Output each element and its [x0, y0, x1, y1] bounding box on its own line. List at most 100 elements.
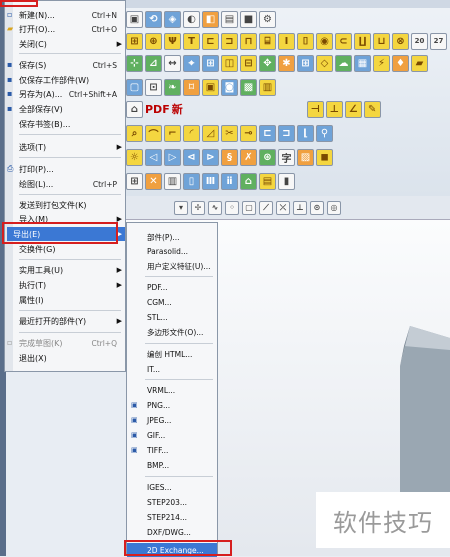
dim-horizontal-icon[interactable]: ⊣ [306, 100, 324, 118]
menu-item-exit[interactable]: 退出(X) [13, 351, 125, 365]
section-icon[interactable]: ◧ [202, 10, 219, 28]
bar-chart-icon[interactable]: ▮ [278, 172, 295, 190]
step-back-icon[interactable]: ⊲ [183, 148, 200, 166]
trim-icon[interactable]: ✂ [221, 124, 238, 142]
color-box-icon[interactable]: ■ [240, 10, 257, 28]
explode-icon[interactable]: ✱ [278, 54, 295, 72]
export-item-tiff[interactable]: ▣ TIFF... [127, 443, 217, 457]
building-icon[interactable]: ▤ [259, 172, 276, 190]
menu-item-save-bookmark[interactable]: 保存书签(B)... [13, 117, 125, 131]
menu-item-plot[interactable]: 绘图(L)... Ctrl+P [13, 177, 125, 191]
yellow-part-icon[interactable]: ▥ [259, 78, 276, 96]
cloud-icon[interactable]: ☁ [335, 54, 352, 72]
house-icon[interactable]: ⌂ [240, 172, 257, 190]
view-frame-icon[interactable]: ▢ [126, 78, 143, 96]
barcode-icon[interactable]: ▥ [164, 172, 181, 190]
diag-line-icon[interactable]: ⟋ [259, 200, 273, 215]
target-icon[interactable]: ◎ [327, 200, 341, 215]
column-icon[interactable]: ▯ [183, 172, 200, 190]
dim-angle-icon[interactable]: ∠ [344, 100, 362, 118]
grid-icon[interactable]: ⊞ [126, 172, 143, 190]
search-tool-icon[interactable]: ⌕ [126, 124, 143, 142]
step-fwd-icon[interactable]: ⊳ [202, 148, 219, 166]
extrude-icon[interactable]: ⊓ [240, 32, 257, 50]
settings-icon[interactable]: ⚙ [259, 10, 276, 28]
export-item-stl[interactable]: STL... [127, 310, 217, 324]
constraint-icon[interactable]: ⊿ [145, 54, 162, 72]
menu-item-open[interactable]: ▰ 打开(O)... Ctrl+O [7, 22, 125, 36]
paint-icon[interactable]: ♦ [392, 54, 409, 72]
text-a-icon[interactable]: 字 [278, 148, 295, 166]
export-item-udf[interactable]: 用户定义特征(U)... [127, 259, 217, 273]
groove-icon[interactable]: ⊔ [373, 32, 390, 50]
export-item-step214[interactable]: STEP214... [127, 510, 217, 524]
export-item-html[interactable]: 编创 HTML... [127, 347, 217, 361]
menu-item-save[interactable]: ▪ 保存(S) Ctrl+S [7, 58, 125, 72]
export-item-step203[interactable]: STEP203... [127, 495, 217, 509]
paint-bucket-icon[interactable]: ⊛ [259, 148, 276, 166]
mirror-icon[interactable]: ⌸ [259, 32, 276, 50]
i-beam-icon[interactable]: I [278, 32, 295, 50]
tag-icon[interactable]: ⌑ [183, 78, 200, 96]
bend-icon[interactable]: ⌊ [297, 124, 314, 142]
menu-item-finish-sketch[interactable]: ▫ 完成草图(K) Ctrl+Q [7, 336, 125, 350]
export-item-parasolid[interactable]: Parasolid... [127, 244, 217, 258]
export-item-dxf-dwg[interactable]: DXF/DWG... [127, 525, 217, 539]
pin-icon[interactable]: ⊥ [293, 200, 307, 215]
dimension-icon[interactable]: ↔ [164, 54, 181, 72]
snap-icon[interactable]: ⊹ [126, 54, 143, 72]
bulb-icon[interactable]: ☼ [126, 148, 143, 166]
pattern-icon[interactable]: ⊞ [297, 54, 314, 72]
view-icon[interactable]: ▣ [126, 10, 143, 28]
export-item-pdf[interactable]: PDF... [127, 280, 217, 294]
layer-icon[interactable]: ▤ [221, 10, 238, 28]
pdf-label[interactable]: PDF [145, 103, 170, 116]
shading-icon[interactable]: ◐ [183, 10, 200, 28]
note-icon[interactable]: ✎ [363, 100, 381, 118]
mark-icon[interactable]: ✕ [145, 172, 162, 190]
menu-item-interchange[interactable]: 交换件(G) [13, 242, 125, 256]
filter-dropdown-icon[interactable]: ▾ [174, 200, 188, 215]
play-back-icon[interactable]: ◁ [145, 148, 162, 166]
component-icon[interactable]: ◫ [221, 54, 238, 72]
menu-item-save-as[interactable]: ▪ 另存为(A)... Ctrl+Shift+A [7, 87, 125, 101]
snap-point-icon[interactable]: ✢ [191, 200, 205, 215]
menu-item-options[interactable]: 选项(T) ▶ [13, 140, 125, 154]
box-icon[interactable]: ▰ [411, 54, 428, 72]
menu-item-save-all[interactable]: ▪ 全部保存(V) [7, 102, 125, 116]
menu-item-recent-parts[interactable]: 最近打开的部件(Y) ▶ [13, 314, 125, 328]
drafting-icon[interactable]: ⊡ [145, 78, 162, 96]
cube-view-icon[interactable]: ◈ [164, 10, 181, 28]
gold-cube-icon[interactable]: ◼ [316, 148, 333, 166]
menu-item-close[interactable]: 关闭(C) ▶ [13, 37, 125, 51]
green-part-icon[interactable]: ▩ [240, 78, 257, 96]
rotate-icon[interactable]: ⟲ [145, 10, 162, 28]
menu-item-send-package[interactable]: 发送到打包文件(K) [13, 198, 125, 212]
arc-icon[interactable]: ⌒ [145, 124, 162, 142]
spring-icon[interactable]: § [221, 148, 238, 166]
export-item-cgm[interactable]: CGM... [127, 295, 217, 309]
sketch-icon[interactable]: ⊞ [126, 32, 143, 50]
export-item-it[interactable]: IT... [127, 362, 217, 376]
menu-item-properties[interactable]: 属性(I) [13, 293, 125, 307]
dim-vertical-icon[interactable]: ⊥ [325, 100, 343, 118]
vertex-icon[interactable]: ◦ [225, 200, 239, 215]
export-item-part[interactable]: 部件(P)... [127, 230, 217, 244]
leaf-icon[interactable]: ❧ [164, 78, 181, 96]
tee-icon[interactable]: T [183, 32, 200, 50]
cube-open-icon[interactable]: ▨ [297, 148, 314, 166]
bolt-icon[interactable]: ⚡ [373, 54, 390, 72]
pillars-icon[interactable]: Ⅲ [202, 172, 219, 190]
join-icon[interactable]: ⊐ [221, 32, 238, 50]
mate-icon[interactable]: ⊟ [240, 54, 257, 72]
boss-icon[interactable]: ⊗ [392, 32, 409, 50]
bracket-icon[interactable]: ⊏ [259, 124, 276, 142]
chamfer-icon[interactable]: ◿ [202, 124, 219, 142]
sheet-icon[interactable]: ▦ [354, 54, 371, 72]
export-item-vrml[interactable]: VRML... [127, 383, 217, 397]
export-item-polygon[interactable]: 多边形文件(O)... [127, 325, 217, 339]
export-item-jpeg[interactable]: ▣ JPEG... [127, 413, 217, 427]
corner-icon[interactable]: ⌐ [164, 124, 181, 142]
slot-icon[interactable]: ⊂ [335, 32, 352, 50]
assembly-icon[interactable]: ⊞ [202, 54, 219, 72]
